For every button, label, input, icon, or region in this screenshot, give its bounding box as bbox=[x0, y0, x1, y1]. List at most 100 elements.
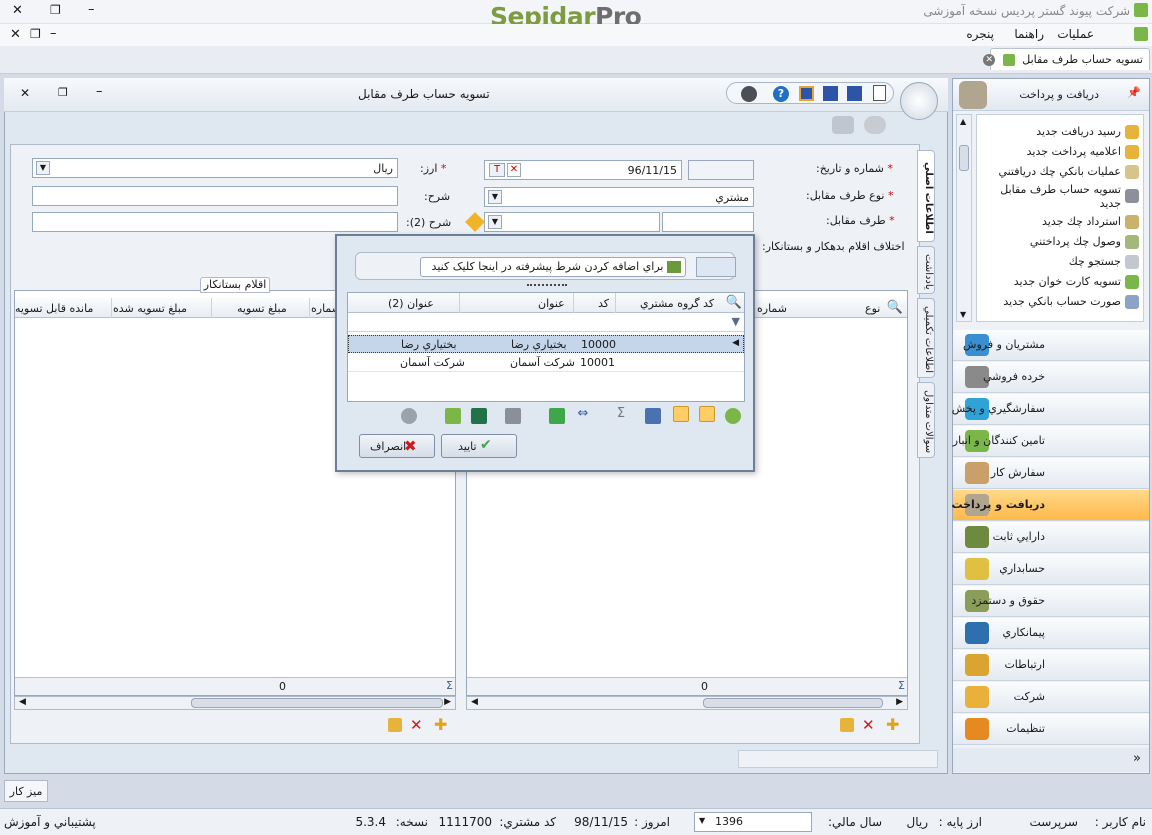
description-input[interactable] bbox=[32, 186, 398, 206]
columns-icon[interactable] bbox=[549, 408, 565, 424]
col-title2[interactable]: عنوان (2) bbox=[388, 297, 434, 310]
currency-dropdown-icon[interactable]: ▼ bbox=[36, 161, 50, 175]
filter-value-box[interactable] bbox=[696, 257, 736, 277]
pin-icon[interactable]: 📌 bbox=[1127, 86, 1141, 99]
nav-module[interactable]: تنظيمات bbox=[953, 714, 1149, 745]
debit-hscrollbar[interactable]: ◀ ▶ bbox=[466, 696, 908, 710]
fiscal-year-dropdown-icon[interactable]: ▼ bbox=[699, 816, 705, 825]
credit-scroll-thumb[interactable] bbox=[191, 698, 443, 708]
col-settle-amount[interactable]: مبلغ تسويه bbox=[237, 302, 287, 315]
export-icon[interactable] bbox=[445, 408, 461, 424]
fiscal-year-select[interactable]: 1396 ▼ bbox=[694, 812, 812, 832]
lookup-filter-row[interactable]: ▼ bbox=[348, 314, 744, 332]
credit-delete-icon[interactable]: ✕ bbox=[410, 716, 423, 734]
new-document-icon[interactable] bbox=[873, 85, 886, 101]
options-icon[interactable] bbox=[401, 408, 417, 424]
col-type[interactable]: نوع bbox=[865, 302, 880, 315]
menu-help[interactable]: راهنما bbox=[1014, 27, 1044, 41]
cancel-button[interactable]: ✖ انصراف bbox=[359, 434, 435, 458]
mdi-minimize-icon[interactable]: – bbox=[50, 26, 57, 41]
auto-filter-icon[interactable] bbox=[673, 406, 689, 422]
col-code[interactable]: کد bbox=[598, 297, 609, 310]
filter-toggle-icon[interactable] bbox=[699, 406, 715, 422]
currency-select[interactable]: ريال ▼ bbox=[32, 158, 398, 178]
credit-edit-icon[interactable] bbox=[388, 718, 402, 732]
nav-module[interactable]: حسابداري bbox=[953, 554, 1149, 585]
reject-icon[interactable] bbox=[864, 116, 886, 134]
task-new-receipt[interactable]: رسيد دريافت جديد bbox=[1036, 125, 1121, 138]
nav-expand[interactable]: » bbox=[953, 748, 1149, 772]
number-field[interactable] bbox=[688, 160, 754, 180]
mdi-restore-icon[interactable]: ❐ bbox=[30, 27, 41, 41]
party-code-input[interactable] bbox=[662, 212, 754, 232]
task-new-bank-statement[interactable]: صورت حساب بانکي جديد bbox=[1003, 295, 1121, 308]
nav-module[interactable]: تامين کنندگان و انبار bbox=[953, 426, 1149, 457]
save-new-icon[interactable] bbox=[823, 86, 838, 101]
col-debit-number[interactable]: شماره bbox=[757, 302, 787, 315]
support-link[interactable]: پشتيباني و آموزش bbox=[4, 815, 96, 829]
splitter-grip[interactable] bbox=[527, 284, 567, 288]
task-cheque-search[interactable]: جستجو چك bbox=[1069, 255, 1121, 268]
menu-window[interactable]: پنجره bbox=[966, 27, 994, 41]
nav-module[interactable]: حقوق و دستمزد bbox=[953, 586, 1149, 617]
col-remaining[interactable]: مانده قابل تسويه bbox=[15, 302, 93, 315]
save-icon[interactable] bbox=[847, 86, 862, 101]
nav-module[interactable]: سفارش کار bbox=[953, 458, 1149, 489]
date-picker-icon[interactable]: T bbox=[489, 163, 505, 177]
col-settled-amount[interactable]: مبلغ تسويه شده bbox=[113, 302, 187, 315]
nav-module[interactable]: ارتباطات bbox=[953, 650, 1149, 681]
group-icon[interactable] bbox=[645, 408, 661, 424]
window-restore-icon[interactable]: ❐ bbox=[58, 86, 68, 99]
tab-faq[interactable]: سوالات متداول bbox=[917, 382, 935, 458]
nav-module[interactable]: دريافت و پرداخت bbox=[951, 490, 1149, 521]
nav-module[interactable]: سفارشگيري و پخش bbox=[952, 394, 1149, 425]
credit-hscrollbar[interactable]: ◀ ▶ bbox=[14, 696, 456, 710]
grid-search-icon[interactable]: 🔍 bbox=[887, 300, 903, 315]
col-customer-group[interactable]: کد گروه مشتري bbox=[640, 297, 714, 310]
fit-columns-icon[interactable]: ⇔ bbox=[575, 406, 591, 422]
debit-delete-icon[interactable]: ✕ bbox=[862, 716, 875, 734]
tab-main-info[interactable]: اطلاعات اصلي bbox=[917, 150, 935, 242]
lookup-search-icon[interactable]: 🔍 bbox=[726, 295, 742, 310]
save-close-icon[interactable] bbox=[799, 86, 814, 101]
tools-icon[interactable] bbox=[741, 86, 757, 102]
party-dropdown-icon[interactable]: ▼ bbox=[488, 215, 502, 229]
task-cheque-collection[interactable]: وصول چك پرداختني bbox=[1030, 235, 1121, 248]
nav-module[interactable]: خرده فروشي bbox=[953, 362, 1149, 393]
party-select[interactable]: ▼ bbox=[484, 212, 660, 232]
lookup-row[interactable]: بختياري رضا بختياري رضا 10000 ◀ bbox=[348, 335, 744, 353]
party-type-dropdown-icon[interactable]: ▼ bbox=[488, 190, 502, 204]
party-type-select[interactable]: مشتري ▼ bbox=[484, 187, 754, 207]
task-scrollbar[interactable]: ▲ ▼ bbox=[956, 114, 972, 322]
close-icon[interactable]: ✕ bbox=[12, 3, 23, 18]
refresh-icon[interactable] bbox=[725, 408, 741, 424]
sum-toolbar-icon[interactable]: Σ bbox=[613, 406, 629, 422]
task-new-cheque-return[interactable]: استرداد چك جديد bbox=[1042, 215, 1121, 228]
tab-extra-info[interactable]: اطلاعات تکميلي bbox=[917, 298, 935, 378]
nav-module[interactable]: پيمانکاري bbox=[953, 618, 1149, 649]
excel-export-icon[interactable] bbox=[471, 408, 487, 424]
ok-button[interactable]: ✔ تاييد bbox=[441, 434, 517, 458]
menu-operations[interactable]: عمليات bbox=[1057, 27, 1094, 41]
nav-module[interactable]: دارايي ثابت bbox=[953, 522, 1149, 553]
minimize-icon[interactable]: – bbox=[88, 2, 95, 17]
tab-close-icon[interactable]: ✕ bbox=[983, 54, 996, 66]
task-card-reader-settlement[interactable]: تسويه کارت خوان جديد bbox=[1014, 275, 1121, 288]
date-clear-icon[interactable]: ✕ bbox=[507, 163, 521, 177]
description2-input[interactable] bbox=[32, 212, 398, 232]
desktop-tab[interactable]: ميز کار bbox=[4, 780, 48, 802]
approve-icon[interactable] bbox=[832, 116, 854, 134]
window-minimize-icon[interactable]: – bbox=[96, 84, 103, 99]
task-scroll-thumb[interactable] bbox=[959, 145, 969, 171]
tab-notes[interactable]: يادداشت bbox=[917, 246, 935, 294]
task-new-settlement[interactable]: تسويه حساب طرف مقابل جديد bbox=[991, 183, 1121, 211]
debit-edit-icon[interactable] bbox=[840, 718, 854, 732]
task-new-payment[interactable]: اعلاميه پرداخت جديد bbox=[1027, 145, 1121, 158]
date-field[interactable]: 96/11/15 T ✕ bbox=[484, 160, 682, 180]
nav-module[interactable]: شرکت bbox=[953, 682, 1149, 713]
mdi-close-icon[interactable]: ✕ bbox=[10, 27, 21, 42]
tab-settlement[interactable]: تسويه حساب طرف مقابل ✕ bbox=[983, 48, 1150, 70]
debit-add-icon[interactable]: ✚ bbox=[886, 715, 899, 734]
lookup-row[interactable]: شرکت آسمان شرکت آسمان 10001 bbox=[348, 354, 744, 372]
window-close-icon[interactable]: ✕ bbox=[20, 86, 30, 100]
